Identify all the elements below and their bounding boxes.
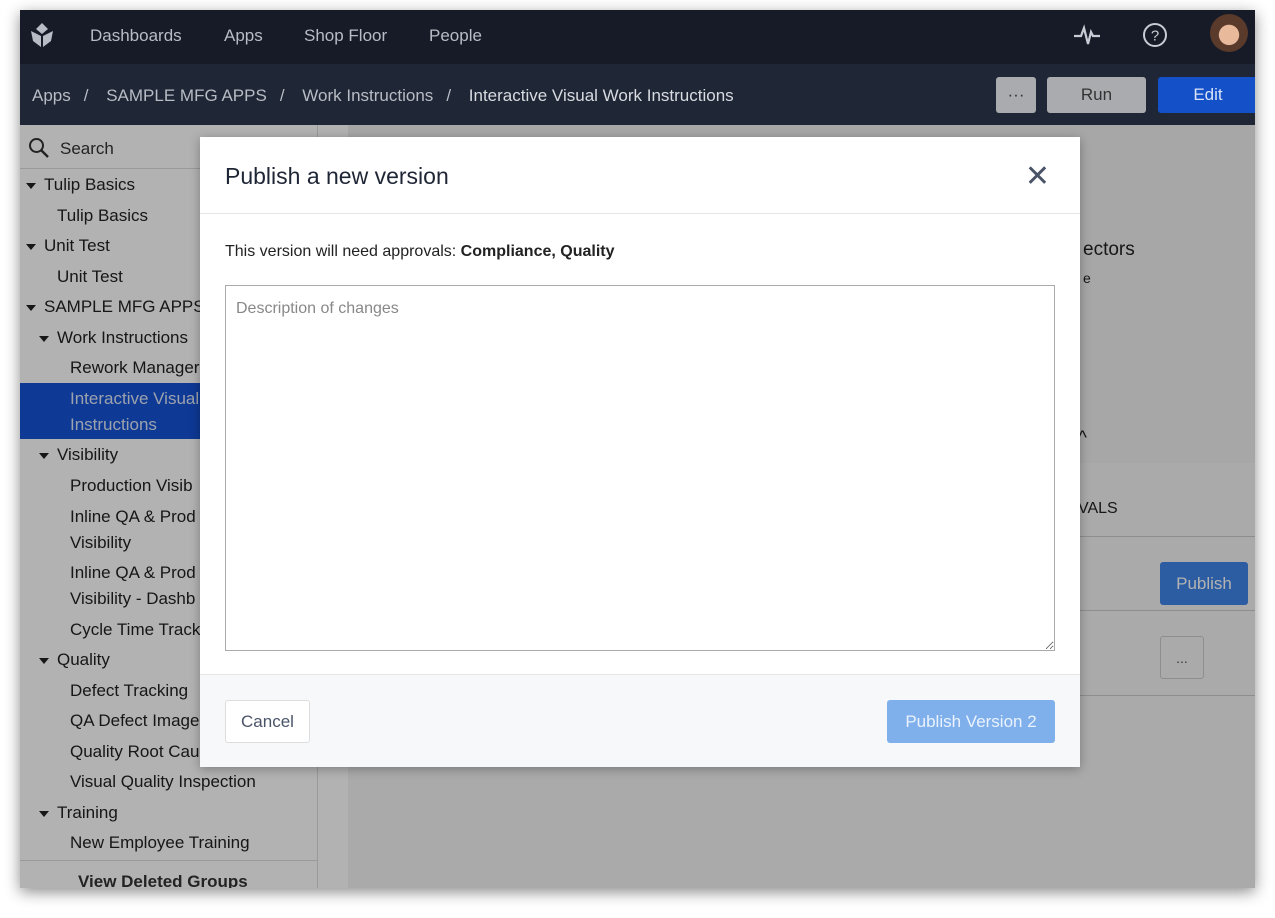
more-options-button[interactable]: ··· [996, 77, 1036, 113]
app-window: Dashboards Apps Shop Floor People ? Apps… [20, 10, 1255, 888]
breadcrumb-sample-mfg-apps[interactable]: SAMPLE MFG APPS [106, 86, 267, 105]
help-icon[interactable]: ? [1142, 22, 1168, 48]
close-icon[interactable]: ✕ [1025, 159, 1050, 194]
run-button[interactable]: Run [1047, 77, 1146, 113]
required-approvals: Compliance, Quality [460, 243, 615, 260]
approvals-notice: This version will need approvals: Compli… [225, 243, 615, 260]
svg-text:?: ? [1151, 28, 1159, 45]
breadcrumb-apps[interactable]: Apps [32, 86, 71, 105]
tulip-logo-icon[interactable] [30, 23, 54, 49]
edit-button[interactable]: Edit [1158, 77, 1255, 113]
breadcrumb: Apps / SAMPLE MFG APPS / Work Instructions… [32, 86, 734, 105]
nav-shop-floor[interactable]: Shop Floor [304, 26, 387, 46]
description-textarea[interactable] [225, 285, 1055, 651]
publish-version-dialog: Publish a new version ✕ This version wil… [200, 137, 1080, 767]
activity-pulse-icon[interactable] [1072, 22, 1102, 48]
nav-people[interactable]: People [429, 26, 482, 46]
breadcrumb-bar: Apps / SAMPLE MFG APPS / Work Instructions… [20, 64, 1255, 125]
dialog-title: Publish a new version [225, 163, 449, 189]
top-nav: Dashboards Apps Shop Floor People ? [20, 10, 1255, 64]
breadcrumb-work-instructions[interactable]: Work Instructions [302, 86, 433, 105]
breadcrumb-current: Interactive Visual Work Instructions [468, 86, 734, 105]
cancel-button[interactable]: Cancel [225, 700, 310, 743]
nav-apps[interactable]: Apps [224, 26, 263, 46]
user-avatar[interactable] [1210, 14, 1248, 52]
nav-dashboards[interactable]: Dashboards [90, 26, 182, 46]
publish-version-button[interactable]: Publish Version 2 [887, 700, 1055, 743]
